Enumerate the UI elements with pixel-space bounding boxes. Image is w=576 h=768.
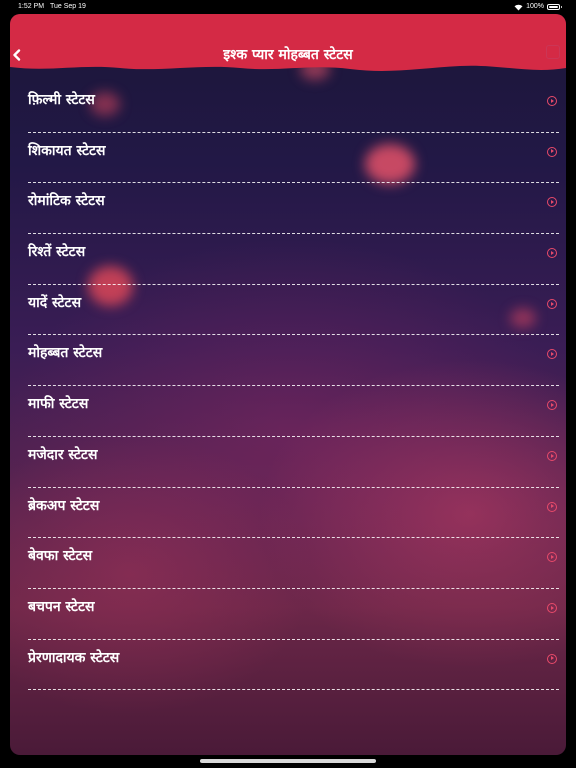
status-right: 100%	[514, 3, 562, 10]
play-circle-icon	[547, 96, 557, 106]
list-item-label: ब्रेकअप स्टेटस	[28, 497, 100, 514]
list-item[interactable]: रिश्तें स्टेटस	[28, 234, 559, 285]
list-item-label: फ़िल्मी स्टेटस	[28, 92, 95, 108]
status-date: Tue Sep 19	[50, 3, 86, 10]
list-item-label: शिकायत स्टेटस	[28, 142, 106, 159]
header: इश्क प्यार मोहब्बत स्टेटस	[10, 14, 566, 72]
square-icon	[546, 45, 560, 59]
app-screen: इश्क प्यार मोहब्बत स्टेटस फ़िल्मी स्टेटस…	[10, 14, 566, 755]
play-circle-icon	[547, 602, 557, 613]
list-item-label: बचपन स्टेटस	[28, 598, 95, 615]
list-item[interactable]: रोमांटिक स्टेटस	[28, 183, 559, 235]
list-item[interactable]: बेवफा स्टेटस	[28, 538, 559, 589]
list-item[interactable]: यादें स्टेटस	[28, 285, 559, 336]
play-circle-icon	[547, 450, 557, 461]
list-item[interactable]: मोहब्बत स्टेटस	[28, 335, 559, 387]
play-circle-icon	[547, 146, 557, 157]
play-circle-icon	[547, 400, 557, 411]
play-circle-icon	[547, 248, 557, 259]
list-item-label: बेवफा स्टेटस	[28, 548, 93, 565]
wifi-icon	[514, 4, 523, 10]
play-circle-icon	[547, 552, 557, 563]
list-item[interactable]: माफी स्टेटस	[28, 386, 559, 437]
list-item-label: रिश्तें स्टेटस	[28, 244, 86, 261]
list-item[interactable]: मजेदार स्टेटस	[28, 437, 559, 488]
list-item-label: प्रेरणादायक स्टेटस	[28, 649, 120, 666]
list-item-label: मोहब्बत स्टेटस	[28, 345, 103, 362]
play-circle-icon	[547, 349, 557, 360]
battery-percent: 100%	[526, 3, 544, 10]
status-time: 1:52 PM	[18, 3, 45, 10]
list-item[interactable]: प्रेरणादायक स्टेटस	[28, 640, 559, 691]
category-list: फ़िल्मी स्टेटस शिकायत स्टेटस रोमांटिक स्टे…	[28, 82, 559, 691]
play-circle-icon	[547, 653, 557, 664]
list-item-label: मजेदार स्टेटस	[28, 446, 98, 463]
list-item[interactable]: ब्रेकअप स्टेटस	[28, 488, 559, 539]
page-title: इश्क प्यार मोहब्बत स्टेटस	[223, 47, 353, 63]
list-item[interactable]: फ़िल्मी स्टेटस	[28, 82, 559, 133]
list-item-label: यादें स्टेटस	[28, 294, 82, 311]
battery-icon	[547, 3, 562, 10]
play-circle-icon	[547, 501, 557, 512]
play-circle-icon	[547, 197, 557, 208]
status-bar: 1:52 PM Tue Sep 19 100%	[0, 0, 576, 14]
play-circle-icon	[547, 298, 557, 309]
list-item-label: रोमांटिक स्टेटस	[28, 193, 105, 210]
list-item-label: माफी स्टेटस	[28, 396, 89, 413]
list-item[interactable]: शिकायत स्टेटस	[28, 133, 559, 184]
list-item[interactable]: बचपन स्टेटस	[28, 589, 559, 640]
home-indicator[interactable]	[200, 759, 376, 763]
